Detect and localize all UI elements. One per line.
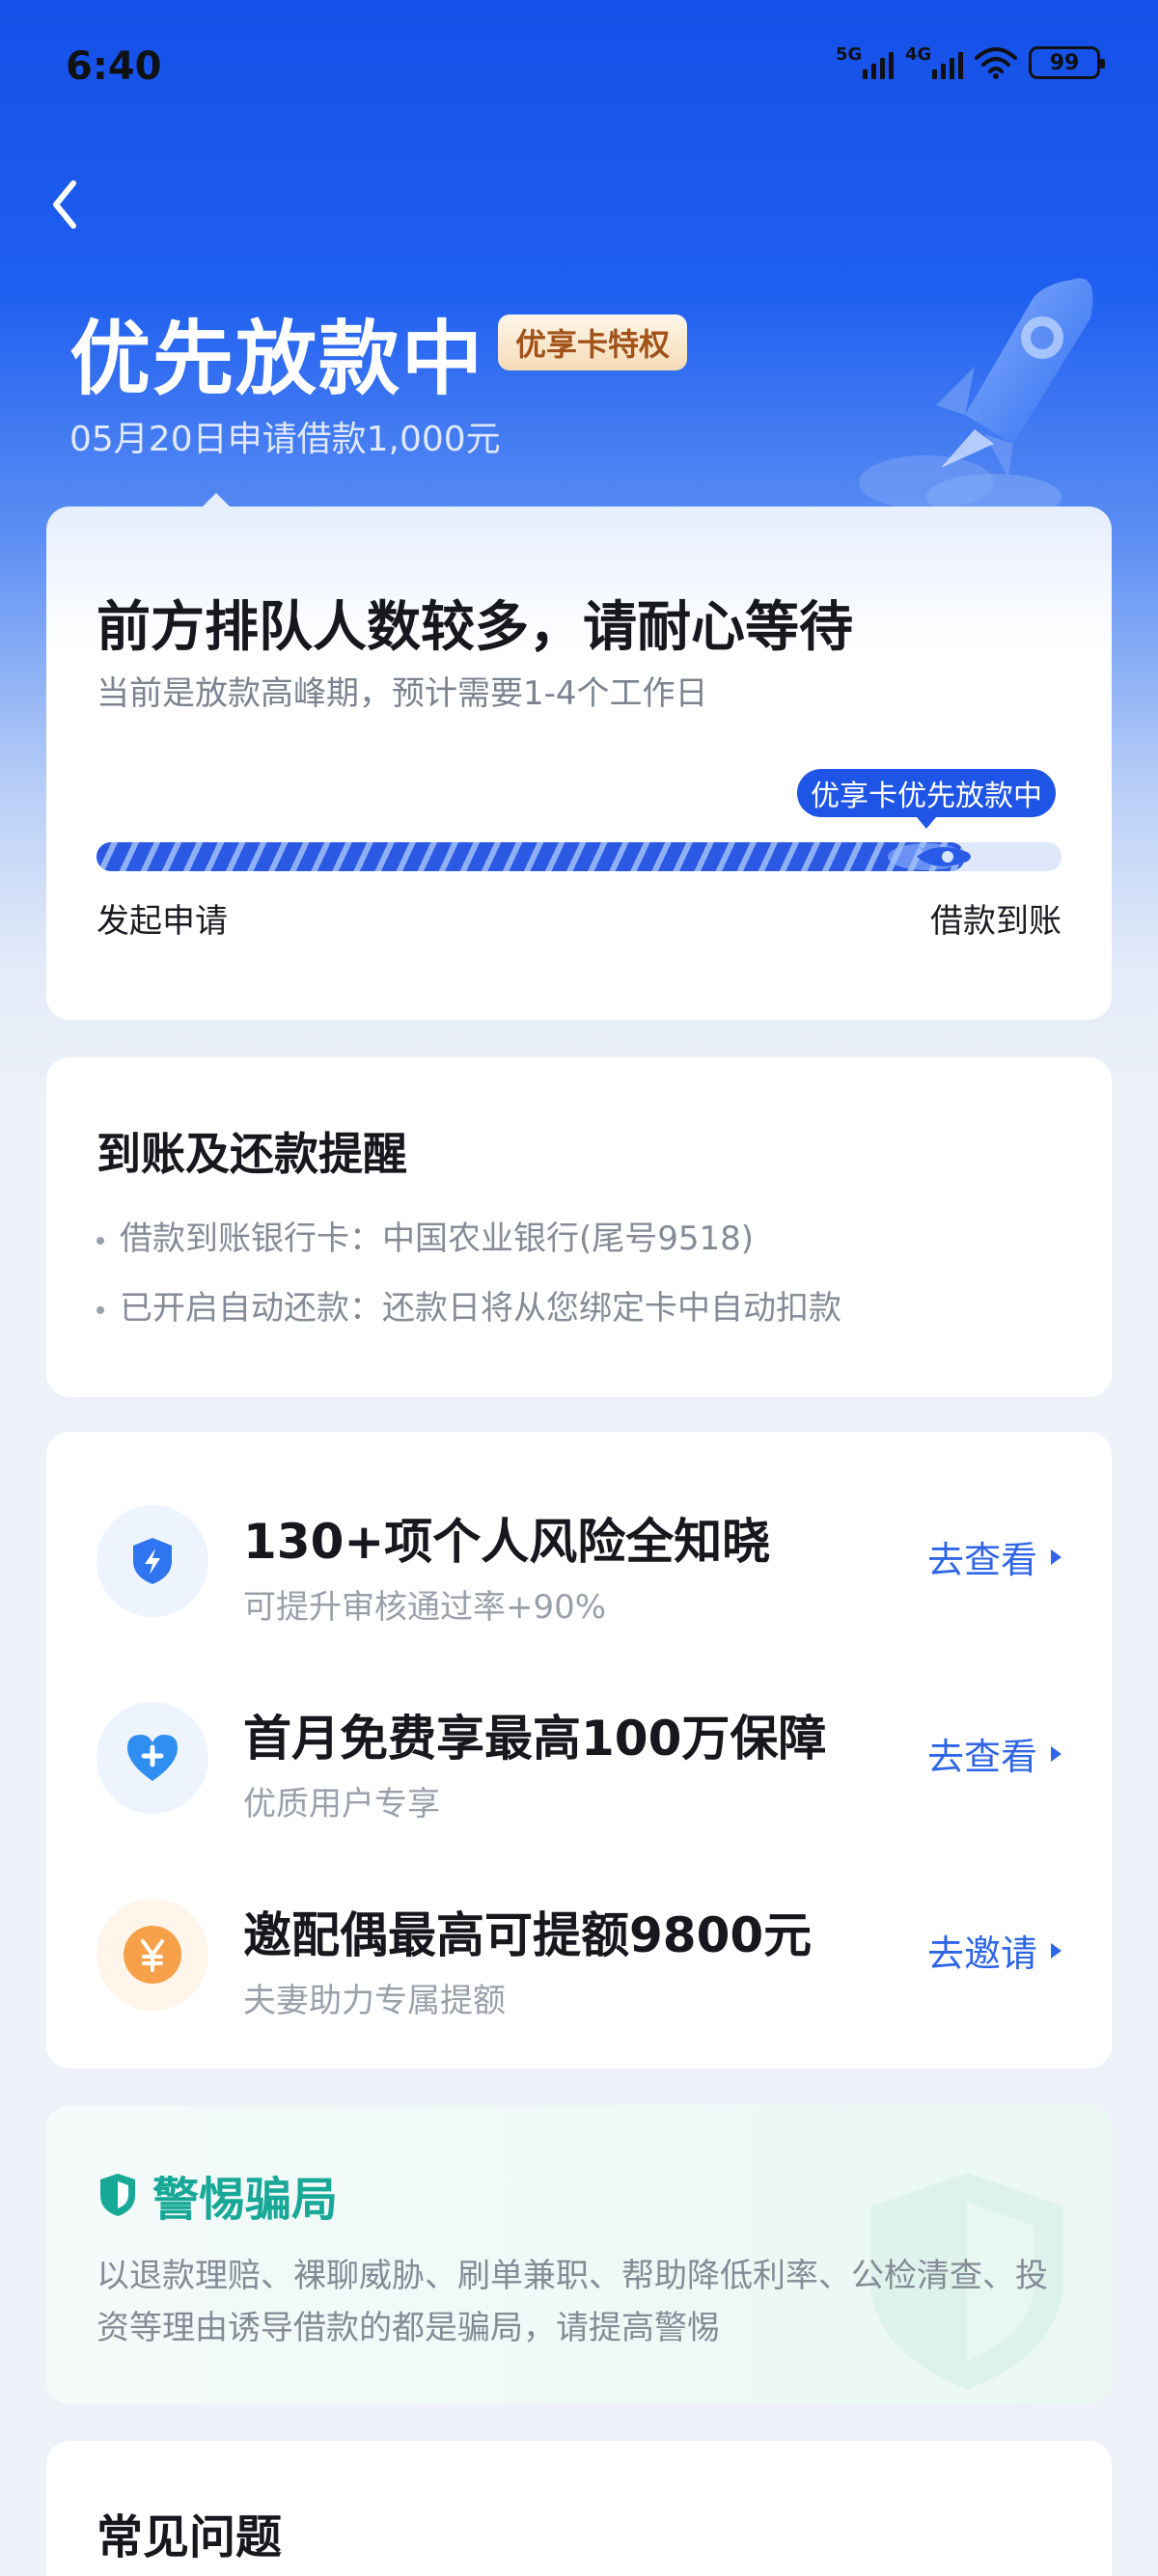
battery-icon: 99 (1029, 46, 1105, 79)
signal-4g-icon: 4G (905, 44, 963, 79)
service-subtitle: 优质用户专享 (243, 1785, 440, 1823)
card-notch (201, 493, 232, 508)
back-arrow-icon[interactable] (44, 176, 83, 233)
warning-text: 以退款理赔、裸聊威胁、刷单兼职、帮助降低利率、公检清查、投资等理由诱导借款的都是… (96, 2257, 1048, 2347)
signal-4g-label: 4G (905, 44, 932, 65)
service-subtitle: 夫妻助力专属提额 (243, 1982, 506, 2020)
progress-fill (96, 842, 965, 871)
triangle-right-icon (1051, 1942, 1062, 1959)
vip-privilege-badge: 优享卡特权 (498, 315, 688, 370)
shield-bolt-icon (96, 1505, 208, 1617)
service-spouse-invite[interactable]: 邀配偶最高可提额9800元 夫妻助力专属提额 去邀请 (46, 1889, 1112, 2063)
service-action-label: 去邀请 (926, 1932, 1037, 1975)
repayment-reminder-card: 到账及还款提醒 借款到账银行卡：中国农业银行(尾号9518) 已开启自动还款：还… (46, 1057, 1112, 1397)
warning-title: 警惕骗局 (152, 2173, 339, 2227)
view-risk-report-button[interactable]: 去查看 (927, 1530, 1062, 1583)
service-title: 130+项个人风险全知晓 (243, 1514, 771, 1570)
progress-rocket-icon (888, 842, 971, 871)
progress-track (96, 842, 1062, 871)
queue-title: 前方排队人数较多，请耐心等待 (96, 596, 853, 659)
triangle-right-icon (1051, 1745, 1062, 1762)
battery-level: 99 (1049, 50, 1080, 75)
services-card: 130+项个人风险全知晓 可提升审核通过率+90% 去查看 首月免费享最高100… (46, 1432, 1112, 2069)
status-bar: 6:40 5G 4G 99 (0, 0, 1158, 135)
bullet-dot (96, 1305, 104, 1314)
status-time: 6:40 (66, 44, 162, 89)
application-summary: 05月20日申请借款1,000元 (69, 420, 501, 459)
progress-start-label: 发起申请 (96, 902, 228, 941)
faq-title: 常见问题 (96, 2510, 283, 2564)
warning-header: 警惕骗局 (96, 2161, 338, 2229)
service-action-label: 去查看 (926, 1736, 1037, 1778)
queue-description: 当前是放款高峰期，预计需要1-4个工作日 (96, 674, 708, 713)
signal-5g-label: 5G (836, 44, 863, 65)
invite-spouse-button[interactable]: 去邀请 (927, 1924, 1062, 1977)
service-insurance[interactable]: 首月免费享最高100万保障 优质用户专享 去查看 (46, 1692, 1112, 1866)
service-subtitle: 可提升审核通过率+90% (243, 1588, 607, 1627)
reminder-title: 到账及还款提醒 (96, 1128, 407, 1180)
heart-plus-icon (96, 1702, 208, 1814)
progress-end-label: 借款到账 (930, 902, 1062, 941)
triangle-right-icon (1051, 1548, 1062, 1565)
fraud-warning-card: 警惕骗局 以退款理赔、裸聊威胁、刷单兼职、帮助降低利率、公检清查、投资等理由诱导… (46, 2105, 1112, 2404)
service-title: 首月免费享最高100万保障 (243, 1711, 827, 1767)
view-insurance-button[interactable]: 去查看 (927, 1727, 1062, 1780)
bullet-dot (96, 1236, 104, 1245)
reminder-line-text: 借款到账银行卡：中国农业银行(尾号9518) (120, 1219, 755, 1258)
progress-tag: 优享卡优先放款中 (797, 769, 1056, 829)
green-shield-icon (100, 2174, 135, 2216)
wifi-icon (975, 47, 1017, 79)
reminder-bank-card-line: 借款到账银行卡：中国农业银行(尾号9518) (96, 1212, 754, 1259)
service-risk-report[interactable]: 130+项个人风险全知晓 可提升审核通过率+90% 去查看 (46, 1495, 1112, 1669)
service-title: 邀配偶最高可提额9800元 (243, 1907, 813, 1963)
reminder-autopay-line: 已开启自动还款：还款日将从您绑定卡中自动扣款 (96, 1281, 841, 1329)
loan-status-card: 前方排队人数较多，请耐心等待 当前是放款高峰期，预计需要1-4个工作日 优享卡优… (46, 493, 1112, 1020)
signal-5g-icon: 5G (836, 44, 894, 79)
status-icons: 5G 4G 99 (836, 44, 1105, 79)
service-action-label: 去查看 (926, 1539, 1037, 1581)
yen-coin-icon (96, 1899, 208, 2011)
rocket-illustration-icon (859, 278, 1093, 520)
reminder-line-text: 已开启自动还款：还款日将从您绑定卡中自动扣款 (120, 1289, 841, 1328)
faq-card: 常见问题 (46, 2441, 1112, 2576)
page-title: 优先放款中 (69, 312, 485, 406)
